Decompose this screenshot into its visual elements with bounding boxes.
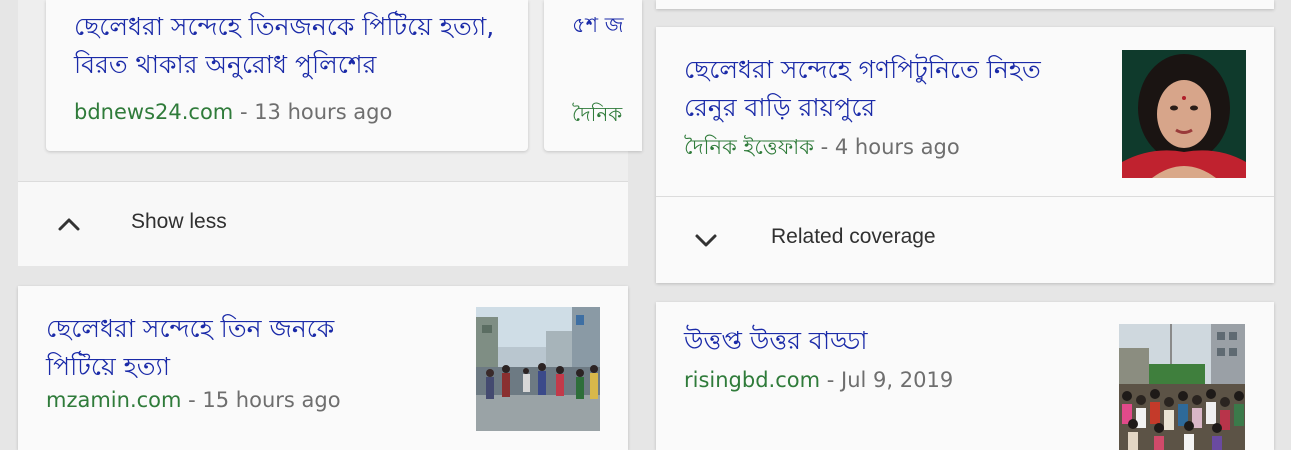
story-title-line-2: রেনুর বাড়ি রায়পুরে bbox=[684, 93, 876, 122]
peek-article-source: দৈনিক bbox=[572, 102, 623, 126]
protest-crowd-image bbox=[1119, 324, 1245, 450]
story-title[interactable]: ছেলেধরা সন্দেহে তিন জনকে পিটিয়ে হত্যা bbox=[46, 310, 466, 386]
story-source[interactable]: mzamin.com bbox=[46, 388, 181, 412]
story-card-risingbd[interactable]: উত্তপ্ত উত্তর বাড্ডা risingbd.com - Jul … bbox=[656, 302, 1274, 450]
story-source[interactable]: risingbd.com bbox=[684, 368, 820, 392]
chevron-down-icon bbox=[695, 234, 717, 247]
story-time: - Jul 9, 2019 bbox=[820, 368, 954, 392]
story-time: - 4 hours ago bbox=[813, 135, 960, 159]
story-title-line-1: ছেলেধরা সন্দেহে গণপিটুনিতে নিহত bbox=[684, 55, 1041, 84]
woman-portrait-image bbox=[1122, 50, 1246, 178]
street-crowd-thumbnail[interactable] bbox=[476, 307, 600, 431]
article-title[interactable]: ছেলেধরা সন্দেহে তিনজনকে পিটিয়ে হত্যা, ব… bbox=[74, 8, 524, 84]
chevron-up-icon bbox=[58, 218, 80, 231]
article-title-line-2: বিরত থাকার অনুরোধ পুলিশের bbox=[74, 50, 377, 79]
previous-card-remnant bbox=[656, 0, 1274, 9]
story-title-line-1: ছেলেধরা সন্দেহে তিন জনকে bbox=[46, 314, 335, 343]
article-source-line: bdnews24.com - 13 hours ago bbox=[74, 100, 392, 124]
story-title-line-2: পিটিয়ে হত্যা bbox=[46, 352, 171, 381]
article-card[interactable]: ছেলেধরা সন্দেহে তিনজনকে পিটিয়ে হত্যা, ব… bbox=[46, 0, 528, 151]
peek-article-title: ৫শ জ bbox=[572, 13, 624, 37]
story-card-ittefaq[interactable]: ছেলেধরা সন্দেহে গণপিটুনিতে নিহত রেনুর বা… bbox=[656, 27, 1274, 283]
story-title[interactable]: উত্তপ্ত উত্তর বাড্ডা bbox=[684, 322, 1104, 360]
story-source-line: mzamin.com - 15 hours ago bbox=[46, 388, 341, 412]
peek-article-card[interactable]: ৫শ জ দৈনিক bbox=[544, 0, 642, 151]
story-source[interactable]: দৈনিক ইত্তেফাক bbox=[684, 135, 814, 159]
protest-crowd-thumbnail[interactable] bbox=[1119, 324, 1245, 450]
related-coverage-button[interactable]: Related coverage bbox=[656, 197, 1274, 283]
show-less-button[interactable]: Show less bbox=[18, 182, 628, 266]
related-coverage-label: Related coverage bbox=[771, 225, 936, 248]
story-card-mzamin[interactable]: ছেলেধরা সন্দেহে তিন জনকে পিটিয়ে হত্যা m… bbox=[18, 286, 628, 450]
story-title[interactable]: ছেলেধরা সন্দেহে গণপিটুনিতে নিহত রেনুর বা… bbox=[684, 51, 1114, 127]
story-source-line: risingbd.com - Jul 9, 2019 bbox=[684, 368, 953, 392]
article-time: - 13 hours ago bbox=[233, 100, 393, 124]
article-source[interactable]: bdnews24.com bbox=[74, 100, 233, 124]
story-source-line: দৈনিক ইত্তেফাক - 4 hours ago bbox=[684, 131, 960, 166]
show-less-label: Show less bbox=[131, 210, 227, 233]
article-title-line-1: ছেলেধরা সন্দেহে তিনজনকে পিটিয়ে হত্যা, bbox=[74, 12, 495, 41]
woman-portrait-thumbnail[interactable] bbox=[1122, 50, 1246, 178]
story-time: - 15 hours ago bbox=[181, 388, 341, 412]
street-crowd-image bbox=[476, 307, 600, 431]
